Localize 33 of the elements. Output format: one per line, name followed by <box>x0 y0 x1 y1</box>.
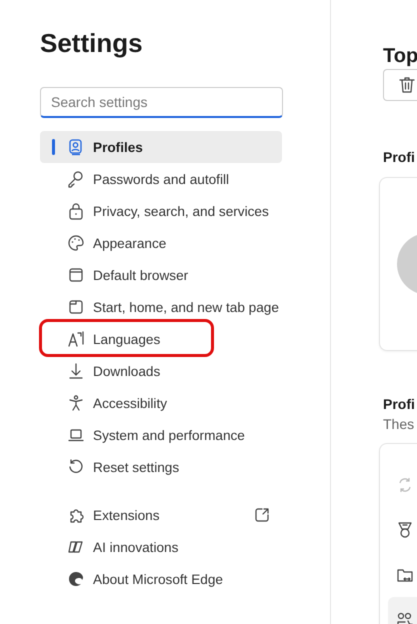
nav-item[interactable]: Profiles <box>40 131 282 163</box>
download-icon <box>67 362 85 380</box>
people-icon <box>396 610 414 624</box>
tab-page-icon <box>67 298 85 316</box>
reset-icon <box>67 458 85 476</box>
page-title: Settings <box>40 27 144 59</box>
nav-item[interactable]: Start, home, and new tab page <box>40 291 282 323</box>
nav-item[interactable]: Appearance <box>40 227 282 259</box>
nav-item[interactable]: Accessibility <box>40 387 282 419</box>
language-icon <box>67 330 85 348</box>
nav-item[interactable]: Downloads <box>40 355 282 387</box>
medal-icon <box>396 520 414 538</box>
browser-icon <box>67 266 85 284</box>
nav-item[interactable]: AI innovations <box>40 531 282 563</box>
page-title: Top <box>382 44 417 68</box>
palette-icon <box>67 234 85 252</box>
nav-item[interactable]: About Microsoft Edge <box>40 563 282 595</box>
nav-item[interactable]: Extensions <box>40 499 282 531</box>
section-heading: Profi <box>382 148 416 166</box>
section-heading: Profi <box>382 395 416 413</box>
accessibility-icon <box>67 394 85 412</box>
nav-item[interactable]: Privacy, search, and services <box>40 195 282 227</box>
trash-icon <box>397 75 417 95</box>
nav-item[interactable]: System and performance <box>40 419 282 451</box>
lock-icon <box>67 202 85 220</box>
key-icon <box>67 170 85 188</box>
nav-item[interactable]: Reset settings <box>40 451 282 483</box>
section-description: Thes <box>382 415 416 433</box>
nav-item[interactable]: Default browser <box>40 259 282 291</box>
nav-item[interactable]: Languages <box>40 323 282 355</box>
nav-item[interactable]: Passwords and autofill <box>40 163 282 195</box>
search-field[interactable]: Search settings <box>40 87 283 118</box>
edge-logo-icon <box>67 570 85 588</box>
